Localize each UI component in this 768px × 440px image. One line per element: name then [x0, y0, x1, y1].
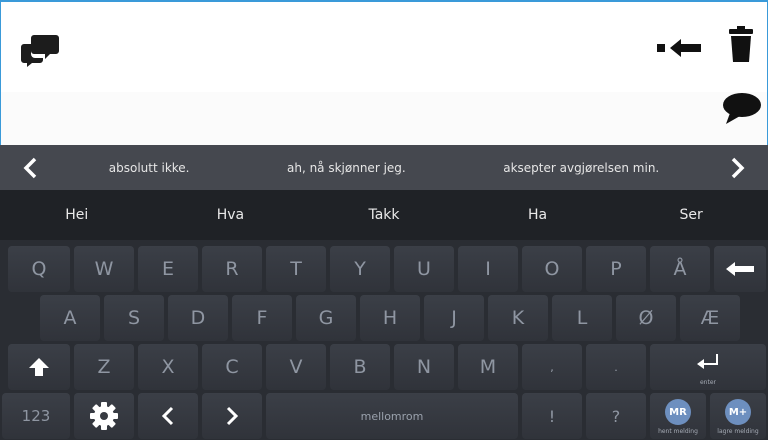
on-screen-keyboard: Q W E R T Y U I O P Å A S D F G H J K L … — [0, 240, 768, 440]
speech-bubble-icon[interactable] — [719, 90, 763, 126]
key-t[interactable]: T — [266, 246, 326, 292]
trash-icon[interactable] — [723, 22, 759, 66]
phrase-suggestion-bar: absolutt ikke. ah, nå skjønner jeg. akse… — [0, 145, 768, 190]
key-u[interactable]: U — [394, 246, 454, 292]
word-prediction[interactable]: Ha — [461, 190, 615, 240]
store-message-label: lagre melding — [717, 428, 759, 435]
space-key[interactable]: mellomrom — [266, 393, 518, 439]
mplus-badge: M+ — [725, 399, 751, 425]
word-prediction[interactable]: Hva — [154, 190, 308, 240]
chevron-right-icon — [731, 157, 745, 178]
phrase-next-button[interactable] — [708, 145, 768, 190]
key-i[interactable]: I — [458, 246, 518, 292]
word-prediction[interactable]: Takk — [307, 190, 461, 240]
chevron-left-icon — [23, 157, 37, 178]
key-exclamation[interactable]: ! — [522, 393, 582, 439]
key-k[interactable]: K — [488, 295, 548, 341]
key-period[interactable]: . — [586, 344, 646, 390]
store-message-key[interactable]: M+ lagre melding — [710, 393, 766, 439]
chat-bubbles-icon[interactable] — [17, 30, 63, 70]
key-z[interactable]: Z — [74, 344, 134, 390]
key-aring[interactable]: Å — [650, 246, 710, 292]
word-prediction[interactable]: Ser — [614, 190, 768, 240]
key-c[interactable]: C — [202, 344, 262, 390]
message-input-line[interactable] — [1, 92, 767, 147]
phrase-item[interactable]: ah, nå skjønner jeg. — [281, 157, 412, 179]
chevron-right-icon — [226, 406, 239, 426]
mr-badge: MR — [665, 399, 691, 425]
enter-key[interactable]: enter — [650, 344, 766, 390]
key-o[interactable]: O — [522, 246, 582, 292]
key-r[interactable]: R — [202, 246, 262, 292]
key-n[interactable]: N — [394, 344, 454, 390]
enter-arrow-icon — [697, 354, 718, 369]
key-d[interactable]: D — [168, 295, 228, 341]
key-f[interactable]: F — [232, 295, 292, 341]
backspace-key[interactable] — [714, 246, 766, 292]
cursor-right-key[interactable] — [202, 393, 262, 439]
key-comma[interactable]: , — [522, 344, 582, 390]
key-ae[interactable]: Æ — [680, 295, 740, 341]
key-j[interactable]: J — [424, 295, 484, 341]
key-b[interactable]: B — [330, 344, 390, 390]
backspace-arrow-icon[interactable] — [653, 32, 705, 64]
key-v[interactable]: V — [266, 344, 326, 390]
key-g[interactable]: G — [296, 295, 356, 341]
key-oslash[interactable]: Ø — [616, 295, 676, 341]
key-a[interactable]: A — [40, 295, 100, 341]
word-prediction[interactable]: Hei — [0, 190, 154, 240]
settings-key[interactable] — [74, 393, 134, 439]
phrase-list: absolutt ikke. ah, nå skjønner jeg. akse… — [60, 157, 708, 179]
recall-message-key[interactable]: MR hent melding — [650, 393, 706, 439]
aac-keyboard-app: absolutt ikke. ah, nå skjønner jeg. akse… — [0, 0, 768, 440]
key-h[interactable]: H — [360, 295, 420, 341]
recall-message-label: hent melding — [658, 428, 698, 435]
key-w[interactable]: W — [74, 246, 134, 292]
key-y[interactable]: Y — [330, 246, 390, 292]
numbers-key[interactable]: 123 — [2, 393, 70, 439]
key-s[interactable]: S — [104, 295, 164, 341]
shift-key[interactable] — [8, 344, 70, 390]
key-m[interactable]: M — [458, 344, 518, 390]
backspace-arrow-icon — [726, 262, 754, 276]
word-prediction-bar: Hei Hva Takk Ha Ser — [0, 190, 768, 240]
phrase-item[interactable]: aksepter avgjørelsen min. — [497, 157, 665, 179]
chevron-left-icon — [161, 406, 174, 426]
shift-arrow-icon — [29, 358, 49, 376]
phrase-prev-button[interactable] — [0, 145, 60, 190]
gear-icon — [90, 402, 118, 430]
key-x[interactable]: X — [138, 344, 198, 390]
key-question[interactable]: ? — [586, 393, 646, 439]
key-q[interactable]: Q — [8, 246, 70, 292]
phrase-item[interactable]: absolutt ikke. — [103, 157, 196, 179]
key-e[interactable]: E — [138, 246, 198, 292]
message-area[interactable] — [0, 0, 768, 147]
key-p[interactable]: P — [586, 246, 646, 292]
cursor-left-key[interactable] — [138, 393, 198, 439]
key-l[interactable]: L — [552, 295, 612, 341]
enter-label: enter — [699, 379, 716, 386]
